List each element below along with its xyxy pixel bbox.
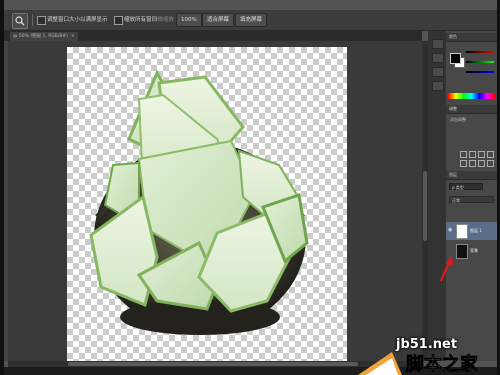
layers-panel-title: 图层 — [449, 172, 457, 177]
layer-thumbnail — [456, 244, 468, 259]
layers-panel-header[interactable]: 图层 — [446, 171, 497, 180]
close-icon[interactable]: × — [71, 34, 75, 39]
exposure-icon[interactable] — [487, 151, 494, 158]
scrubby-zoom-label: 细微缩放 — [152, 17, 175, 23]
foreground-color-swatch[interactable] — [450, 53, 461, 64]
history-panel-icon[interactable] — [432, 67, 444, 77]
adjustments-panel-title: 调整 — [449, 106, 457, 111]
bw-icon[interactable] — [478, 160, 485, 167]
separator — [32, 14, 33, 26]
layer-filter-select[interactable]: ρ 类型 — [449, 183, 483, 190]
levels-icon[interactable] — [469, 151, 476, 158]
blend-mode-select[interactable]: 正常 — [449, 196, 494, 203]
properties-panel-icon[interactable] — [432, 81, 444, 91]
brightness-icon[interactable] — [460, 151, 467, 158]
watermark-text: 脚本之家 — [406, 353, 479, 375]
swatches-panel-icon[interactable] — [432, 53, 444, 63]
layer-row-layer1[interactable]: ◉ 图层 1 — [446, 222, 497, 240]
blue-slider[interactable] — [466, 71, 494, 73]
green-slider[interactable] — [466, 61, 494, 63]
zoom-all-windows-checkbox[interactable] — [114, 16, 123, 25]
document-tab[interactable]: @ 50% (图层 1, RGB/8#) × — [10, 32, 78, 41]
balance-icon[interactable] — [469, 160, 476, 167]
zoom-100-button[interactable]: 100% — [176, 13, 202, 27]
layer-name: 图层 1 — [470, 228, 482, 233]
visibility-eye-icon[interactable]: ◉ — [448, 228, 454, 233]
document-tab-title: @ 50% (图层 1, RGB/8#) — [13, 34, 68, 39]
mixer-icon[interactable] — [487, 160, 494, 167]
red-slider[interactable] — [466, 51, 494, 53]
horizontal-scroll-thumb[interactable] — [68, 362, 358, 366]
adjustment-icons — [460, 151, 496, 169]
fit-screen-button[interactable]: 适合屏幕 — [202, 13, 235, 27]
document-canvas[interactable] — [67, 47, 347, 361]
resize-windows-label: 调整窗口大小以满屏显示 — [47, 17, 108, 23]
color-panel-icon[interactable] — [432, 39, 444, 49]
color-panel-title: 颜色 — [449, 34, 457, 39]
color-panel-header[interactable]: 颜色 — [446, 33, 497, 42]
right-panels: 颜色 调整 添加调整 图层 ρ 类型 正常 ◉ 图层 1 背景 — [446, 31, 497, 361]
visibility-eye-icon[interactable] — [448, 248, 454, 253]
document-tab-bar: @ 50% (图层 1, RGB/8#) × — [4, 31, 422, 41]
melon-in-bowl-image — [89, 69, 309, 335]
vertical-scroll-thumb[interactable] — [423, 171, 427, 241]
watermark-logo: 脚本之家 — [358, 352, 479, 375]
layer-name: 背景 — [470, 248, 478, 253]
layer-thumbnail — [456, 224, 468, 239]
fill-screen-button[interactable]: 填充屏幕 — [235, 13, 268, 27]
curves-icon[interactable] — [478, 151, 485, 158]
panel-icon-column — [428, 31, 446, 361]
color-ramp[interactable] — [448, 93, 495, 99]
hue-icon[interactable] — [460, 160, 467, 167]
adjustments-panel-header[interactable]: 调整 — [446, 105, 497, 114]
options-bar: 调整窗口大小以满屏显示 缩放所有窗口 细微缩放 100% 适合屏幕 填充屏幕 — [4, 10, 497, 31]
layer-row-background[interactable]: 背景 — [446, 242, 497, 260]
add-adjustment-label: 添加调整 — [450, 117, 466, 122]
zoom-tool-icon[interactable] — [12, 13, 28, 29]
resize-windows-checkbox[interactable] — [37, 16, 46, 25]
